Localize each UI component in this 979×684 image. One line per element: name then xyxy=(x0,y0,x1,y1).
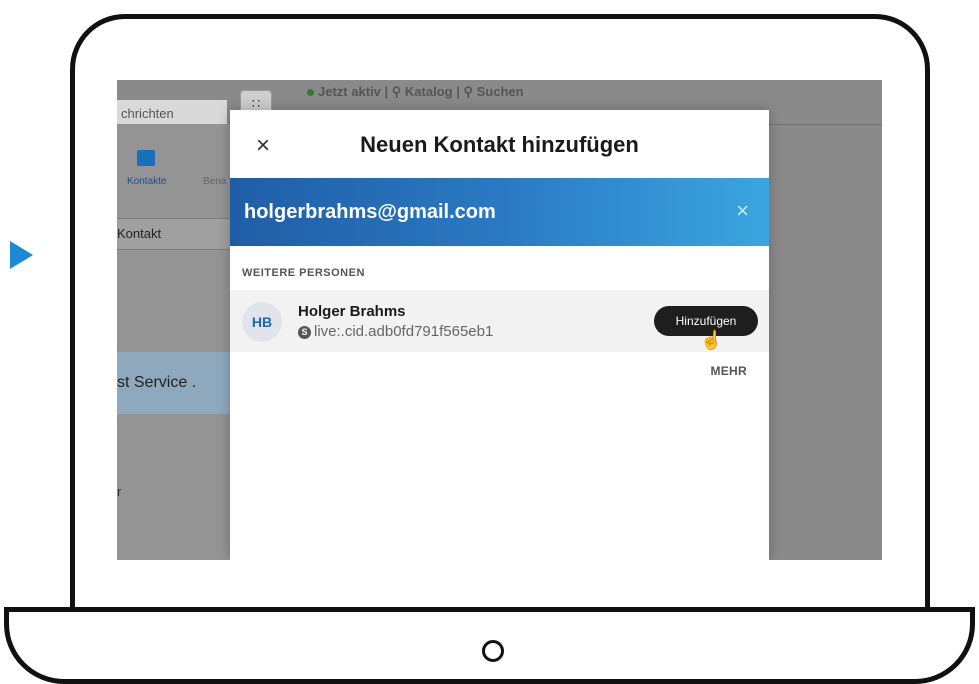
sidebar-item-bena: Bena xyxy=(203,176,227,187)
sidebar-item-contacts: Kontakte xyxy=(127,176,167,187)
result-row[interactable]: HB Holger Brahms Slive:.cid.adb0fd791f56… xyxy=(230,290,769,352)
dialog-title: Neuen Kontakt hinzufügen xyxy=(360,132,639,157)
status-text: Jetzt aktiv xyxy=(318,84,381,99)
hand-cursor-icon: ☝ xyxy=(700,330,723,350)
avatar: HB xyxy=(242,302,282,342)
service-row-label: st Service . xyxy=(117,374,197,391)
search-label: Suchen xyxy=(476,84,524,99)
kontakt-row-label: Kontakt xyxy=(117,226,162,241)
catalog-label: Katalog xyxy=(404,84,453,99)
catalog-icon: ⚲ xyxy=(391,84,402,99)
contact-search-input[interactable] xyxy=(244,198,694,226)
skype-icon: S xyxy=(298,325,311,339)
result-name: Holger Brahms xyxy=(298,303,406,320)
more-link[interactable]: MEHR xyxy=(710,364,747,378)
active-status-dot xyxy=(307,89,314,97)
trackpad-circle-icon xyxy=(482,640,504,662)
background-text-fragment: r xyxy=(117,484,122,499)
separator: | xyxy=(456,84,460,99)
background-top-bar: Jetzt aktiv | ⚲ Katalog | ⚲ Suchen xyxy=(307,84,524,100)
laptop-base-frame xyxy=(4,607,975,684)
result-id: Slive:.cid.adb0fd791f565eb1 xyxy=(298,323,493,340)
section-header: WEITERE PERSONEN xyxy=(242,267,365,279)
separator: | xyxy=(384,84,389,99)
clear-search-icon[interactable]: × xyxy=(736,198,749,224)
background-search-box: chrichten xyxy=(117,100,227,126)
laptop-screen: chrichten ∷ Jetzt aktiv | ⚲ Katalog | ⚲ … xyxy=(117,80,882,560)
background-sidebar xyxy=(117,124,230,560)
contacts-icon xyxy=(137,150,155,166)
play-arrow-icon xyxy=(10,241,33,269)
result-id-text: live:.cid.adb0fd791f565eb1 xyxy=(314,323,494,340)
search-bar: × xyxy=(230,178,769,246)
add-contact-dialog: × Neuen Kontakt hinzufügen × WEITERE PER… xyxy=(230,110,769,560)
search-icon: ⚲ xyxy=(463,84,474,99)
